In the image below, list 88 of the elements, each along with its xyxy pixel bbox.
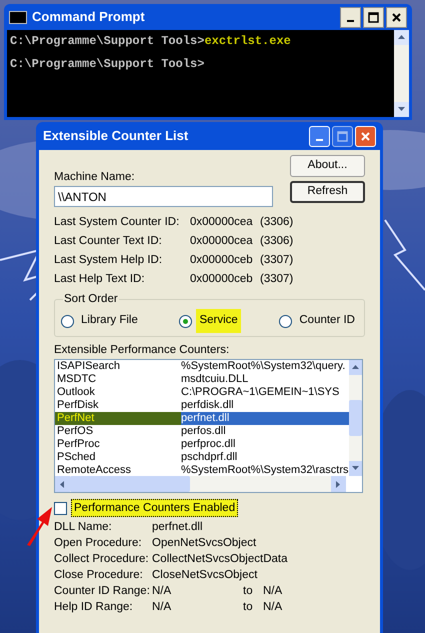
- service-cell-text: PSched: [56, 451, 97, 464]
- info-value: (3307): [260, 272, 294, 286]
- info-label: Last Help Text ID:: [54, 272, 146, 286]
- service-cell-text: PerfProc: [56, 438, 101, 451]
- maximize-icon: [368, 12, 379, 22]
- info-value: (3307): [260, 253, 294, 267]
- close-icon: [391, 12, 402, 22]
- detail-label: Counter ID Range:: [54, 584, 151, 598]
- detail-label: Help ID Range:: [54, 600, 134, 614]
- list-row[interactable]: ISAPISearch %SystemRoot%\System32\query.: [55, 360, 348, 373]
- library-cell: perfproc.dll: [181, 438, 236, 451]
- list-row[interactable]: PerfOS perfos.dll: [55, 425, 348, 438]
- list-row[interactable]: RemoteAccess %SystemRoot%\System32\rasctrs: [55, 464, 348, 476]
- info-label: Last System Counter ID:: [54, 215, 180, 229]
- minimize-icon: [347, 20, 354, 22]
- dialog-button[interactable]: About...: [290, 155, 365, 177]
- info-value: (3306): [260, 234, 294, 248]
- service-cell-text: MSDTC: [56, 373, 98, 386]
- minimize-icon: [316, 139, 323, 141]
- close-icon: [360, 130, 371, 142]
- detail-label: Open Procedure:: [54, 536, 143, 550]
- list-row[interactable]: PerfProc perfproc.dll: [55, 438, 348, 451]
- detail-value: N/A: [152, 584, 172, 598]
- window-title: Extensible Counter List: [43, 127, 190, 146]
- service-cell-text: RemoteAccess: [56, 464, 132, 476]
- library-cell: %SystemRoot%\System32\query.: [181, 360, 346, 373]
- radio-button[interactable]: [279, 314, 292, 328]
- info-label: Last Counter Text ID:: [54, 234, 163, 248]
- field-label: Machine Name:: [54, 170, 136, 184]
- list-label: Extensible Performance Counters:: [54, 343, 230, 357]
- radio-label[interactable]: Counter ID: [296, 309, 358, 333]
- scrollbar[interactable]: [348, 360, 362, 476]
- detail-value: CollectNetSvcsObjectData: [152, 552, 288, 566]
- console-output: C:\Programme\Support Tools>exctrlst.exe C:\Programme\Support Tools>: [9, 33, 292, 73]
- up-arrow-icon: [350, 363, 360, 372]
- list-row[interactable]: Outlook C:\PROGRA~1\GEMEIN~1\SYS: [55, 386, 348, 399]
- detail-value: OpenNetSvcsObject: [152, 536, 256, 550]
- detail-value: N/A: [263, 600, 282, 614]
- service-cell: PerfNet: [55, 412, 181, 425]
- library-cell: pschdprf.dll: [181, 451, 238, 464]
- range-separator: to: [243, 584, 254, 598]
- maximize-icon: [337, 130, 348, 142]
- arrow-icon: [24, 505, 54, 547]
- range-separator: to: [243, 600, 254, 614]
- list-row[interactable]: PerfNet perfnet.dll: [55, 412, 348, 425]
- list-row[interactable]: PerfDisk perfdisk.dll: [55, 399, 348, 412]
- scrollbar[interactable]: [394, 30, 409, 117]
- scrollbar[interactable]: [55, 476, 346, 492]
- info-value: 0x00000cea: [190, 215, 254, 229]
- list-row[interactable]: MSDTC msdtcuiu.DLL: [55, 373, 348, 386]
- service-cell-text: Outlook: [56, 386, 96, 399]
- list-row[interactable]: PSched pschdprf.dll: [55, 451, 348, 464]
- maximize-button[interactable]: [363, 6, 384, 28]
- dialog-button[interactable]: Refresh: [290, 181, 365, 203]
- machine-name-field[interactable]: \\ANTON: [54, 186, 273, 207]
- detail-value: N/A: [152, 600, 172, 614]
- detail-label: Collect Procedure:: [54, 552, 150, 566]
- service-cell-text: PerfDisk: [56, 399, 100, 412]
- info-value: 0x00000cea: [190, 234, 254, 248]
- info-value: (3306): [260, 215, 294, 229]
- up-arrow-icon: [397, 33, 406, 42]
- radio-label[interactable]: Library File: [78, 309, 141, 333]
- info-label: Last System Help ID:: [54, 253, 164, 267]
- close-button[interactable]: [386, 6, 407, 28]
- console-icon: [9, 10, 27, 24]
- library-cell: perfnet.dll: [181, 412, 230, 425]
- radio-button[interactable]: [61, 314, 74, 328]
- library-cell: msdtcuiu.DLL: [181, 373, 248, 386]
- radio-button[interactable]: [179, 314, 192, 328]
- library-cell: perfdisk.dll: [181, 399, 234, 412]
- window-title: Command Prompt: [32, 8, 146, 26]
- service-cell-text: ISAPISearch: [56, 360, 121, 373]
- library-cell: perfos.dll: [181, 425, 226, 438]
- checkbox[interactable]: [54, 502, 67, 514]
- library-cell: %SystemRoot%\System32\rasctrs: [181, 464, 348, 476]
- minimize-button[interactable]: [340, 6, 361, 28]
- detail-value: CloseNetSvcsObject: [152, 568, 258, 582]
- service-cell-text: PerfOS: [56, 425, 94, 438]
- checkbox-label[interactable]: Performance Counters Enabled: [71, 499, 238, 517]
- library-cell: C:\PROGRA~1\GEMEIN~1\SYS: [181, 386, 340, 399]
- detail-value: perfnet.dll: [152, 520, 203, 534]
- info-value: 0x00000ceb: [190, 272, 254, 286]
- radio-label[interactable]: Service: [196, 309, 241, 333]
- detail-value: N/A: [263, 584, 282, 598]
- detail-label: DLL Name:: [54, 520, 113, 534]
- info-value: 0x00000ceb: [190, 253, 254, 267]
- detail-label: Close Procedure:: [54, 568, 144, 582]
- left-arrow-icon: [58, 480, 67, 488]
